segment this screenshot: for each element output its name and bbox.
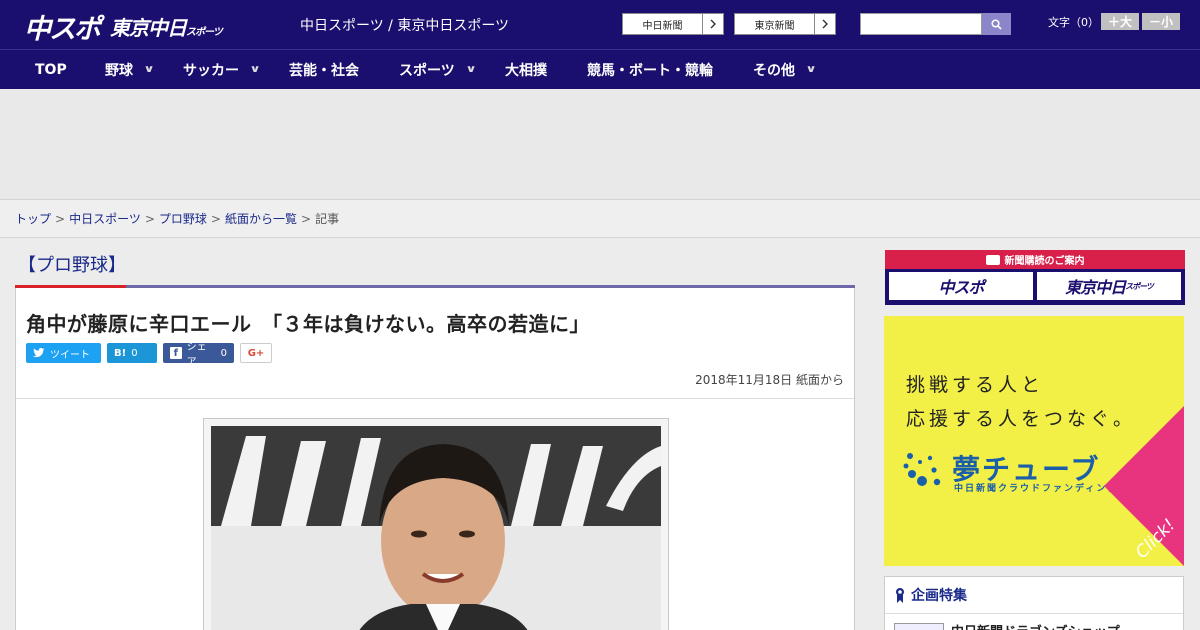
facebook-count: 0 bbox=[220, 347, 227, 359]
ad-copy-line2: 応援する人をつなぐ。 bbox=[906, 408, 1137, 430]
subscription-title: 新聞購読のご案内 bbox=[1004, 256, 1085, 267]
nav-item-keiba[interactable]: 競馬・ボート・競輪 bbox=[587, 50, 713, 89]
nav-label: その他 bbox=[753, 62, 795, 79]
feature-thumbnail[interactable] bbox=[894, 623, 944, 630]
ribbon-icon bbox=[896, 588, 904, 603]
logo-tokyo-chunichi[interactable]: 東京中日スポーツ bbox=[110, 12, 223, 41]
nav-label: スポーツ bbox=[399, 62, 455, 79]
article-category: 【プロ野球】 bbox=[18, 255, 126, 276]
chevron-down-icon: ∨ bbox=[465, 64, 477, 75]
search-input[interactable] bbox=[860, 13, 982, 35]
article-divider bbox=[16, 398, 854, 399]
chunichi-shimbun-link[interactable]: 中日新聞 bbox=[622, 13, 724, 35]
subscription-logo-tokyo[interactable]: 東京中日 スポーツ bbox=[1037, 272, 1181, 300]
article-photo[interactable] bbox=[211, 426, 661, 630]
font-smaller-button[interactable]: －小 bbox=[1142, 13, 1180, 30]
nav-item-baseball[interactable]: 野球 ∨ bbox=[105, 50, 155, 89]
nav-item-sumo[interactable]: 大相撲 bbox=[505, 50, 547, 89]
chevron-right-icon bbox=[815, 14, 835, 34]
breadcrumb-link-top[interactable]: トップ bbox=[15, 210, 51, 227]
google-plus-icon: G+ bbox=[247, 347, 265, 359]
facebook-share-label: シェア bbox=[186, 342, 207, 368]
hatena-count: 0 bbox=[131, 347, 138, 359]
feature-header: 企画特集 bbox=[885, 577, 1183, 614]
top-ad-area bbox=[0, 90, 1200, 200]
site-header: 中スポ 東京中日スポーツ 中日スポーツ / 東京中日スポーツ 中日新聞 東京新聞… bbox=[0, 0, 1200, 49]
breadcrumb-link-pro-baseball[interactable]: プロ野球 bbox=[159, 210, 207, 227]
site-title: 中日スポーツ / 東京中日スポーツ bbox=[300, 18, 510, 34]
publish-date: 2018年11月18日 紙面から bbox=[695, 373, 844, 387]
facebook-share-button[interactable]: f シェア 0 bbox=[163, 342, 234, 368]
google-plus-button[interactable]: G+ bbox=[240, 343, 272, 363]
subscription-logo-small: スポーツ bbox=[1125, 281, 1154, 291]
feature-section: 企画特集 中日新聞ドラゴンズショップ bbox=[884, 576, 1184, 630]
breadcrumb-separator: > bbox=[210, 211, 221, 226]
subscription-banner[interactable]: 新聞購読のご案内 中スポ 東京中日 スポーツ bbox=[885, 250, 1185, 305]
article-photo-frame bbox=[203, 418, 669, 630]
tokyo-shimbun-link[interactable]: 東京新聞 bbox=[734, 13, 836, 35]
yume-tube-ad[interactable]: 挑戦する人と 応援する人をつなぐ。 夢チューブ 中日新聞クラウドファンディング … bbox=[884, 316, 1184, 566]
twitter-icon bbox=[33, 348, 45, 358]
breadcrumb: トップ > 中日スポーツ > プロ野球 > 紙面から一覧 > 記事 bbox=[0, 200, 1200, 238]
nav-item-sports[interactable]: スポーツ ∨ bbox=[399, 50, 477, 89]
nav-item-top[interactable]: TOP bbox=[35, 50, 67, 89]
subscription-logo-tokyo-text: 東京中日 bbox=[1065, 278, 1126, 297]
nav-label: 野球 bbox=[105, 62, 133, 79]
paper-link-label: 中日新聞 bbox=[623, 14, 703, 34]
player-portrait-image bbox=[211, 426, 661, 630]
chevron-down-icon: ∨ bbox=[249, 64, 261, 75]
breadcrumb-link-paper-list[interactable]: 紙面から一覧 bbox=[225, 210, 297, 227]
font-size-label: 文字（0） bbox=[1048, 16, 1099, 29]
article-body: 角中が藤原に辛口エール 「３年は負けない。高卒の若造に」 ツイート B! 0 f… bbox=[15, 288, 855, 630]
feature-item-link[interactable]: 中日新聞ドラゴンズショップ bbox=[951, 621, 1120, 630]
logo-chuspo[interactable]: 中スポ bbox=[24, 7, 101, 46]
subscription-header: 新聞購読のご案内 bbox=[885, 250, 1185, 269]
nav-item-soccer[interactable]: サッカー ∨ bbox=[183, 50, 261, 89]
nav-label: 大相撲 bbox=[505, 62, 547, 79]
paper-link-label: 東京新聞 bbox=[735, 14, 815, 34]
ad-copy-line1: 挑戦する人と bbox=[906, 374, 1045, 396]
nav-label: 芸能・社会 bbox=[289, 62, 359, 79]
main-nav: TOP 野球 ∨ サッカー ∨ 芸能・社会 スポーツ ∨ 大相撲 競馬・ボート・競輪 … bbox=[0, 49, 1200, 89]
breadcrumb-link-chunichi-sports[interactable]: 中日スポーツ bbox=[69, 210, 141, 227]
breadcrumb-current: 記事 bbox=[315, 212, 340, 226]
article-headline: 角中が藤原に辛口エール 「３年は負けない。高卒の若造に」 bbox=[26, 312, 590, 336]
feature-title: 企画特集 bbox=[911, 588, 967, 604]
newspaper-icon bbox=[985, 254, 1000, 265]
breadcrumb-separator: > bbox=[301, 211, 312, 226]
hatena-bookmark-icon: B! bbox=[114, 347, 127, 359]
share-buttons: ツイート B! 0 f シェア 0 G+ bbox=[26, 342, 272, 368]
nav-label: TOP bbox=[35, 61, 67, 78]
nav-label: 競馬・ボート・競輪 bbox=[587, 62, 713, 79]
tweet-label: ツイート bbox=[50, 349, 90, 361]
subscription-logos: 中スポ 東京中日 スポーツ bbox=[885, 269, 1185, 303]
facebook-icon: f bbox=[170, 347, 182, 359]
nav-label: サッカー bbox=[183, 62, 239, 79]
ad-brand-sub: 中日新聞クラウドファンディング bbox=[954, 484, 1119, 494]
breadcrumb-separator: > bbox=[144, 211, 155, 226]
chevron-down-icon: ∨ bbox=[143, 64, 155, 75]
chevron-down-icon: ∨ bbox=[805, 64, 817, 75]
subscription-logo-chuspo[interactable]: 中スポ bbox=[889, 272, 1033, 300]
search-button[interactable] bbox=[982, 13, 1011, 35]
chevron-right-icon bbox=[703, 14, 723, 34]
font-bigger-button[interactable]: ＋大 bbox=[1101, 13, 1139, 30]
dots-logo-icon bbox=[903, 453, 941, 486]
logo-tokyo-small: スポーツ bbox=[186, 27, 223, 38]
logo-tokyo-text: 東京中日 bbox=[110, 16, 187, 40]
nav-item-entertainment[interactable]: 芸能・社会 bbox=[289, 50, 359, 89]
search-icon bbox=[991, 18, 1002, 30]
breadcrumb-separator: > bbox=[55, 211, 66, 226]
tweet-button[interactable]: ツイート bbox=[26, 343, 101, 363]
nav-item-other[interactable]: その他 ∨ bbox=[753, 50, 817, 89]
hatena-bookmark-button[interactable]: B! 0 bbox=[107, 343, 157, 363]
